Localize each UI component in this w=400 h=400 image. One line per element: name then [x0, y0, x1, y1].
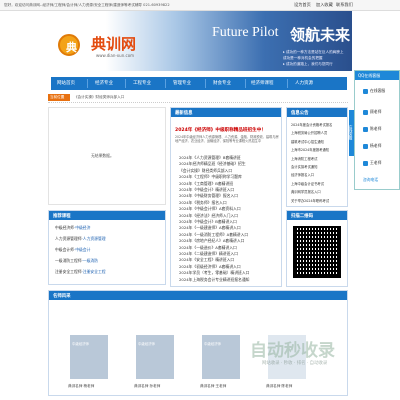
recommend-item[interactable]: 中级会计师·中级会计 — [55, 247, 90, 253]
banner-bullet: ▸ 成功的道路上，我们与您同行 — [283, 62, 333, 66]
recommend-item[interactable]: 中级经济师·中级经济 — [55, 225, 90, 231]
qq-sidebar: QQ在线客服 在线客服 顾老师 陈老师 杨老师 王老师 咨询电话 — [354, 70, 400, 190]
main-nav: 网站首页 经济专业 工程专业 管理专业 财会专业 经济师课程 人力资源 — [51, 77, 347, 90]
qq-icon — [363, 109, 368, 115]
wechat-label: 咨询电话 — [363, 177, 379, 182]
site-url: www.dian-xun.com — [96, 53, 135, 58]
qq-icon — [363, 88, 368, 94]
qq-agent[interactable]: 陈老师 — [363, 126, 381, 132]
banner-slogan-en: Future Pilot — [212, 25, 279, 40]
online-service-link[interactable]: 在线客服 — [363, 88, 385, 94]
announce-title: 信息公告 — [287, 108, 347, 117]
breadcrumb-path[interactable]: 《会计实操》财经类师兵部入口 — [74, 95, 124, 100]
teacher-caption: 典训名师·杨老师 — [68, 384, 95, 388]
nav-economy[interactable]: 经济专业 — [95, 80, 113, 86]
recommend-item[interactable]: 注册安全工程师·注册安全工程 — [55, 269, 106, 275]
teachers-title: 名师风采 — [49, 291, 347, 300]
qq-icon — [363, 126, 368, 132]
news-item[interactable]: 2024年《中级会计》精讲班入口 — [179, 187, 234, 193]
nav-engineering[interactable]: 工程专业 — [133, 80, 151, 86]
announce-item[interactable]: 典训网学员报名入口 — [291, 189, 321, 194]
announce-item[interactable]: 上海消防工程考试 — [291, 156, 317, 161]
main-content: 无结果数据。 — [48, 107, 166, 205]
news-item[interactable]: 2024年《一级建造师》A套精讲入口 — [179, 225, 241, 231]
breadcrumb: 当前位置 《会计实操》财经类师兵部入口 — [48, 94, 348, 103]
add-favorite-link[interactable]: 加入收藏 — [316, 2, 333, 8]
news-item[interactable]: 2024年《安全工程》精讲班入口 — [179, 257, 234, 263]
banner-bullet: ▸ 成功的一种方法是站在巨人的肩膀上 — [283, 50, 344, 54]
recommend-item[interactable]: 人力资源管理师·人力资源管理 — [55, 236, 106, 242]
top-bar: 您好，欢迎访问典训网--经济师/工程师/会计师/人力资源/安全工程师/建造师等考… — [0, 0, 400, 11]
news-item[interactable]: 2024年学员（考生，零基础）精讲班入口 — [179, 270, 249, 276]
news-item[interactable]: 2024年《税务师》报名入口 — [179, 200, 227, 206]
news-item[interactable]: 2024年《初级经济师》A套精讲入口 — [179, 264, 241, 270]
qq-agent[interactable]: 杨老师 — [363, 143, 381, 149]
banner-bullet: 成功是一种对机会的把握 — [283, 56, 323, 60]
watermark-title: 自动秒收录 — [250, 341, 335, 361]
empty-message: 无结果数据。 — [91, 153, 114, 158]
teacher-photo[interactable]: 中级经济师 — [136, 335, 174, 379]
news-item[interactable]: 《会计实操》财经类师兵部入口 — [179, 168, 232, 174]
qrcode-image — [293, 226, 341, 278]
qq-agent[interactable]: 顾老师 — [363, 109, 381, 115]
announce-item[interactable]: 2024年度会计资格考试报名 — [291, 122, 332, 127]
teacher-photo[interactable]: 中级经济师 — [70, 335, 108, 379]
announce-item[interactable]: 上海市2024年度报考通知 — [291, 147, 329, 152]
watermark-subtitle: 网站收录 · 秒收 · 排名 · 自动收录 — [262, 361, 328, 366]
recommend-panel: 推荐课程 中级经济师·中级经济人力资源管理师·人力资源管理 中级会计师·中级会计一… — [48, 210, 166, 285]
qq-icon — [363, 160, 368, 166]
news-item[interactable]: 2024年《一级造价》A套精讲入口 — [179, 245, 237, 251]
teacher-caption: 典训名师·王老师 — [200, 384, 227, 388]
announce-panel: 信息公告 2024年度会计资格考试报名 上海税务局公开招聘人员 建筑考试中心招生通知… — [286, 107, 348, 207]
nav-hr[interactable]: 人力资源 — [295, 80, 313, 86]
logo-emblem-icon: 典 — [58, 34, 80, 56]
qq-agent[interactable]: 王老师 — [363, 160, 381, 166]
news-item[interactable]: 2024年《经济法》经济师入门入口 — [179, 213, 238, 219]
nav-finance[interactable]: 财会专业 — [213, 80, 231, 86]
announce-item[interactable]: 关于举办2024年职称考试 — [291, 198, 329, 203]
news-item[interactable]: 2024年《工商管理》B套精讲班 — [179, 181, 233, 187]
contact-link[interactable]: 联系我们 — [336, 2, 353, 8]
nav-management[interactable]: 管理专业 — [173, 80, 191, 86]
announce-item[interactable]: 上海中级会计证书考试 — [291, 181, 324, 186]
news-item[interactable]: 2024年《人力资源管理》B套精讲班 — [179, 155, 241, 161]
teacher-caption: 典训名师·陈老师 — [266, 384, 293, 388]
nav-home[interactable]: 网站首页 — [57, 80, 75, 86]
recommend-title: 推荐课程 — [49, 211, 165, 220]
announce-item[interactable]: 会计实操考试通知 — [291, 164, 317, 169]
news-item[interactable]: 2024年《一级消防工程师》A套精讲入口 — [179, 232, 248, 238]
news-item[interactable]: 2024年《二级建造师》精讲班入口 — [179, 251, 238, 257]
teacher-photo[interactable]: 中级经济师 — [202, 335, 240, 379]
site-logo-name[interactable]: 典训网 — [91, 33, 136, 54]
announce-item[interactable]: 建筑考试中心招生通知 — [291, 139, 324, 144]
news-item[interactable]: 2024年《房地产经纪人》A套精讲入口 — [179, 238, 244, 244]
top-notice: 您好，欢迎访问典训网--经济师/工程师/会计师/人力资源/安全工程师/建造师等考… — [4, 3, 170, 7]
news-item[interactable]: 2024年《工程师》中级职称学习题库 — [179, 174, 242, 180]
news-item[interactable]: 2024年上海税务会计专业精讲班报名通知 — [179, 277, 249, 283]
news-item[interactable]: 2024年《中级会计师》A套资料入口 — [179, 206, 241, 212]
news-headline[interactable]: 2024年《经济师》中级职称精品班招生中！ — [175, 127, 266, 133]
qq-icon — [363, 143, 368, 149]
banner-slogan-cn: 领航未来 — [290, 26, 351, 44]
set-homepage-link[interactable]: 设为首页 — [294, 2, 311, 8]
announce-item[interactable]: 经济师报名入口 — [291, 172, 314, 177]
news-title: 最新信息 — [171, 108, 281, 117]
news-item[interactable]: 2024年《中级会计》B套精讲入口 — [179, 219, 237, 225]
qq-sidebar-title: QQ在线客服 — [355, 71, 399, 80]
recommend-item[interactable]: 一级消防工程师·一级消防 — [55, 258, 98, 264]
news-item[interactable]: 2024年经济师精品班《经济基础》招生 — [179, 161, 246, 167]
news-panel: 最新信息 2024年《经济师》中级职称精品班招生中！ 2024年中级经济师人力资… — [170, 107, 282, 287]
news-item[interactable]: 2024年《中级财务管理》报名入口 — [179, 193, 238, 199]
qrcode-title: 扫描二维码 — [287, 211, 347, 220]
news-intro: 2024年中级经济师人力资源管理、人力资源、金融、财政税收、建筑与房地产经济、农… — [175, 135, 279, 144]
breadcrumb-label: 当前位置 — [48, 94, 70, 101]
nav-economist-course[interactable]: 经济师课程 — [251, 80, 274, 86]
teacher-caption: 典训名师·孙老师 — [134, 384, 161, 388]
qrcode-panel: 扫描二维码 — [286, 210, 348, 287]
announce-item[interactable]: 上海税务局公开招聘人员 — [291, 130, 327, 135]
